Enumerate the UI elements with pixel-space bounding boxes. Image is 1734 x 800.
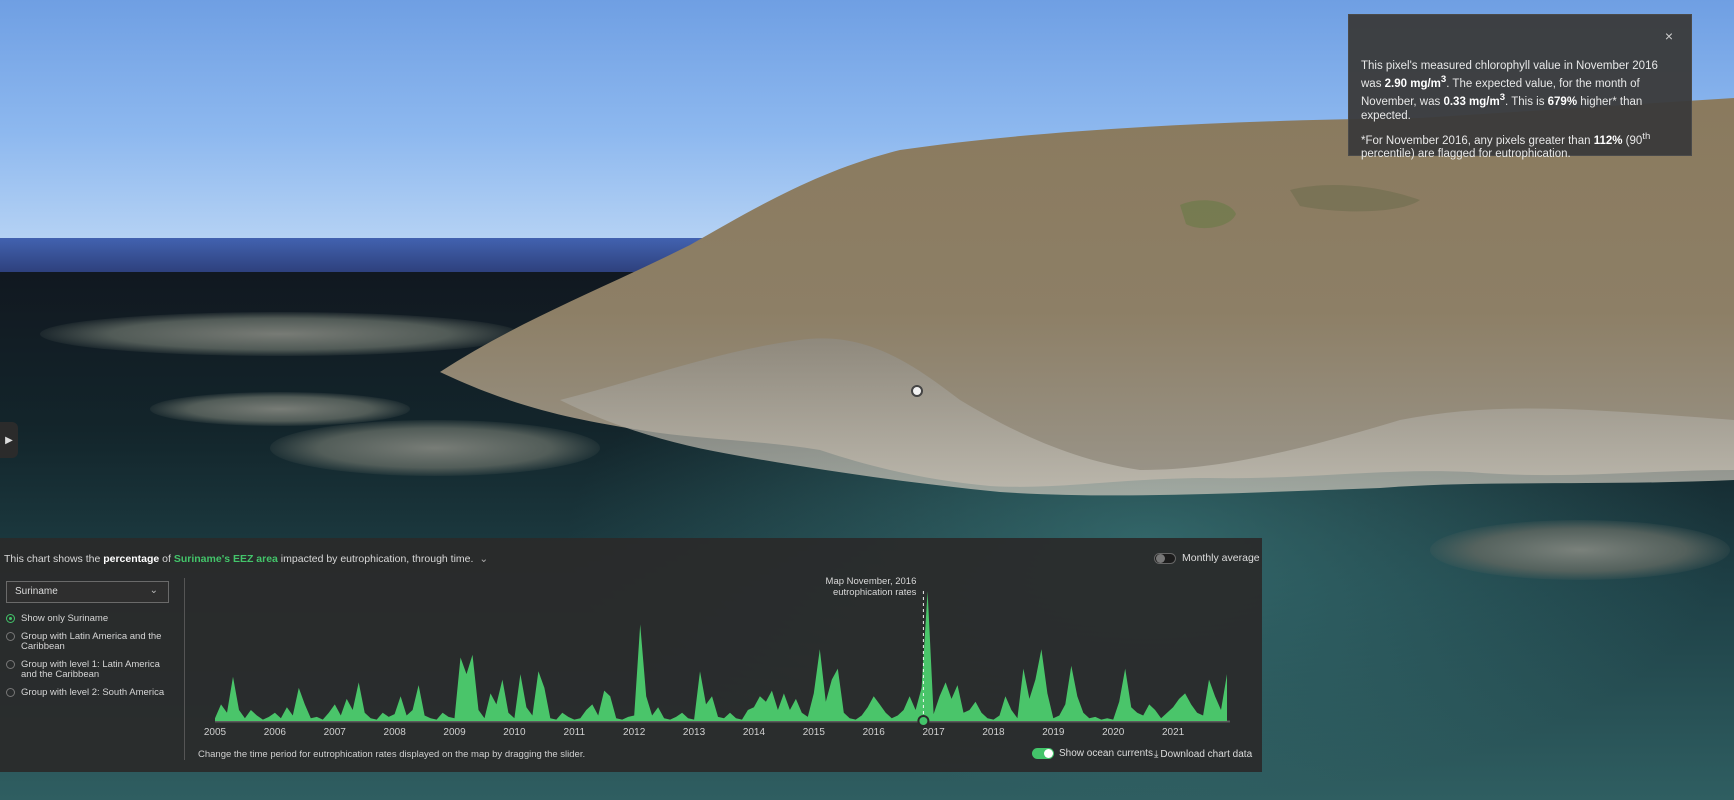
time-slider-handle[interactable] xyxy=(917,715,930,727)
ocean-currents-toggle[interactable]: Show ocean currents xyxy=(1032,748,1153,759)
annotation-label: Map November, 2016 xyxy=(826,576,917,587)
x-tick-label: 2011 xyxy=(564,727,586,738)
pixel-value-text: This pixel's measured chlorophyll value … xyxy=(1361,60,1658,122)
x-tick-label: 2005 xyxy=(204,727,227,738)
series-area-0 xyxy=(215,591,1227,721)
x-tick-label: 2021 xyxy=(1162,727,1185,738)
x-tick-label: 2019 xyxy=(1042,727,1065,738)
expand-sidebar-button[interactable]: ▶ xyxy=(0,422,18,458)
measured-value: 2.90 mg/m3 xyxy=(1384,74,1447,90)
eutrophication-area-chart[interactable]: 2005 2006 2007 2008 2009 2010 2011 2012 2013 2014… xyxy=(0,538,1262,772)
x-tick-label: 2014 xyxy=(743,727,766,738)
x-tick-label: 2006 xyxy=(264,727,287,738)
download-chart-data-link[interactable]: ⤓ Download chart data xyxy=(1154,749,1252,760)
download-icon: ⤓ xyxy=(1154,749,1159,760)
x-tick-label: 2016 xyxy=(863,727,886,738)
eutrophication-chart-panel: This chart shows the percentage of Surin… xyxy=(0,538,1262,772)
toggle-switch[interactable] xyxy=(1032,748,1054,759)
x-tick-label: 2007 xyxy=(324,727,347,738)
pixel-info-popup: × This pixel's measured chlorophyll valu… xyxy=(1348,14,1692,160)
x-tick-label: 2017 xyxy=(922,727,945,738)
chevron-right-icon: ▶ xyxy=(5,434,13,446)
x-tick-label: 2013 xyxy=(683,727,706,738)
x-tick-label: 2018 xyxy=(982,727,1005,738)
x-tick-label: 2009 xyxy=(443,727,466,738)
rock-outcrop xyxy=(1430,520,1730,580)
annotation-label: eutrophication rates xyxy=(833,587,917,598)
threshold-value: 112% xyxy=(1593,134,1623,147)
slider-hint: Change the time period for eutrophicatio… xyxy=(198,749,586,760)
percent-value: 679% xyxy=(1547,95,1578,108)
x-tick-label: 2008 xyxy=(384,727,407,738)
close-icon[interactable]: × xyxy=(1665,29,1673,43)
map-pin-icon[interactable] xyxy=(911,385,923,397)
threshold-text: *For November 2016, any pixels greater t… xyxy=(1361,130,1651,161)
x-tick-label: 2010 xyxy=(503,727,526,738)
x-tick-label: 2015 xyxy=(803,727,826,738)
x-tick-label: 2020 xyxy=(1102,727,1125,738)
x-tick-label: 2012 xyxy=(623,727,646,738)
expected-value: 0.33 mg/m3 xyxy=(1443,91,1506,108)
